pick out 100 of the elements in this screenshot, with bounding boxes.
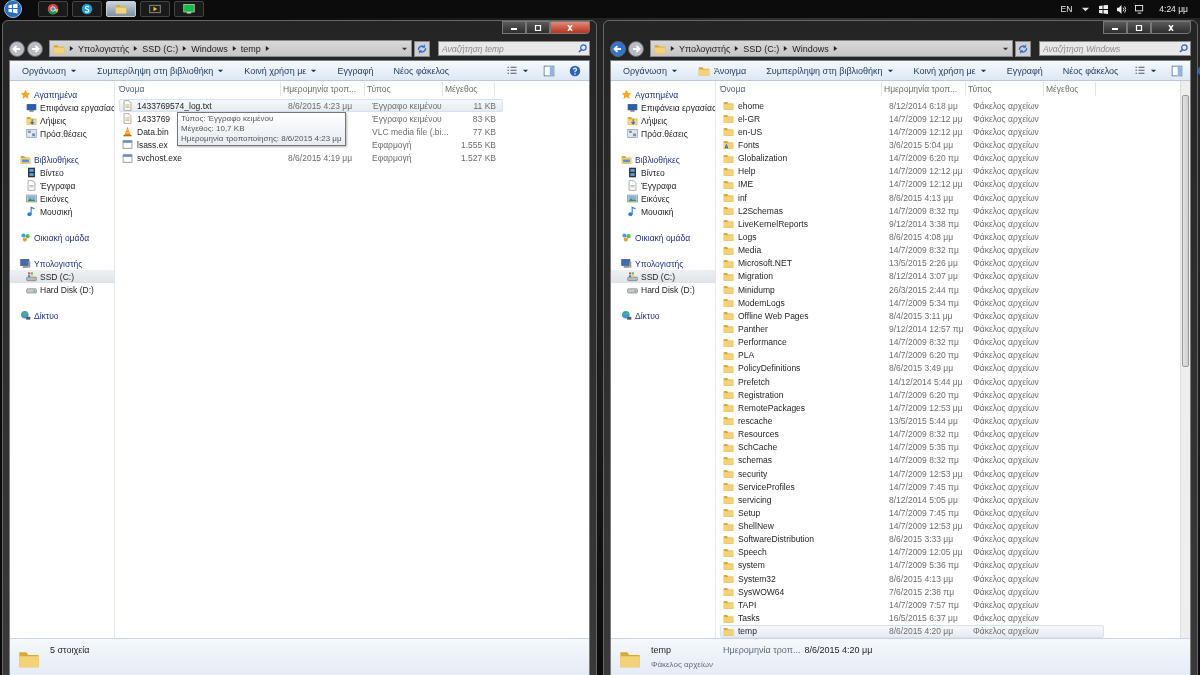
toolbar-button[interactable]: Εγγραφή (998, 65, 1051, 76)
search-field[interactable]: Αναζήτηση temp (438, 41, 590, 56)
navigation-item[interactable]: SSD (C:) (611, 270, 715, 283)
column-header[interactable]: Ημερομηνία τροπ... (882, 82, 966, 96)
breadcrumb[interactable]: Windows (191, 43, 228, 54)
network-monitor-icon[interactable] (1135, 4, 1145, 14)
maximize-button[interactable] (526, 21, 550, 34)
navigation-item[interactable]: Μουσική (10, 205, 114, 218)
taskbar-button[interactable] (72, 1, 102, 17)
chevron-icon[interactable] (182, 45, 188, 52)
menu-button[interactable]: Συμπερίληψη στη βιβλιοθήκη (88, 65, 233, 76)
close-button[interactable] (550, 21, 590, 34)
navigation-item[interactable]: Εικόνες (611, 192, 715, 205)
navigation-item[interactable]: Πρόσ.θέσεις (10, 127, 114, 140)
navigation-item[interactable]: SSD (C:) (10, 270, 114, 283)
column-header[interactable]: Τύπος (365, 82, 443, 96)
breadcrumb[interactable]: SSD (C:) (142, 43, 179, 54)
navigation-item[interactable]: Λήψεις (10, 114, 114, 127)
file-row[interactable]: temp 8/6/2015 4:20 μμ Φάκελος αρχείων (720, 624, 1104, 638)
search-icon[interactable] (578, 44, 587, 53)
chevron-icon[interactable] (69, 45, 74, 52)
toolbar-button[interactable]: Νέος φάκελος (1054, 65, 1127, 76)
refresh-icon[interactable] (414, 40, 430, 57)
forward-button[interactable] (27, 40, 43, 57)
back-button[interactable] (610, 40, 626, 57)
navigation-item[interactable]: Hard Disk (D:) (611, 283, 715, 296)
navigation-item[interactable]: Οικιακή ομάδα (10, 231, 114, 244)
menu-button[interactable]: Οργάνωση (14, 65, 85, 76)
chevron-icon[interactable] (734, 45, 740, 52)
menu-button[interactable]: Συμπερίληψη στη βιβλιοθήκη (758, 65, 902, 76)
navigation-item[interactable]: Υπολογιστής (611, 257, 715, 270)
navigation-item[interactable]: Αγαπημένα (611, 88, 715, 101)
help-icon[interactable] (569, 64, 581, 77)
navigation-item[interactable]: Έγγραφα (10, 179, 114, 192)
preview-pane-icon[interactable] (543, 64, 555, 77)
navigation-item[interactable]: Επιφάνεια εργασίας (611, 101, 715, 114)
file-row[interactable]: 1433769574_log.txt 8/6/2015 4:23 μμ Έγγραφο κειμένου 11 KB (119, 99, 503, 113)
column-header[interactable]: Τύπος (966, 82, 1044, 96)
navigation-item[interactable]: Οικιακή ομάδα (611, 231, 715, 244)
caret-icon[interactable] (1002, 45, 1009, 52)
toolbar-button[interactable]: Άνοιγμα (689, 64, 755, 77)
back-button[interactable] (9, 40, 25, 57)
breadcrumb[interactable]: temp (240, 43, 261, 54)
chevron-icon[interactable] (832, 45, 838, 52)
breadcrumb[interactable]: Windows (792, 43, 829, 54)
navigation-item[interactable]: Εικόνες (10, 192, 114, 205)
speaker-icon[interactable] (1117, 4, 1127, 14)
taskbar-button[interactable] (174, 1, 204, 17)
search-icon[interactable] (1179, 44, 1188, 53)
breadcrumb[interactable]: Υπολογιστής (78, 43, 130, 54)
navigation-item[interactable]: Λήψεις (611, 114, 715, 127)
caret-icon[interactable] (1150, 67, 1158, 74)
navigation-item[interactable]: Μουσική (611, 205, 715, 218)
clock[interactable]: 4:24 μμ (1159, 4, 1188, 14)
refresh-icon[interactable] (1015, 40, 1031, 57)
view-list-icon[interactable] (1134, 64, 1147, 77)
chevron-icon[interactable] (783, 45, 789, 52)
caret-icon[interactable] (522, 67, 529, 74)
search-field[interactable]: Αναζήτηση Windows (1039, 41, 1191, 56)
navigation-item[interactable]: Βίντεο (611, 166, 715, 179)
close-button[interactable] (1151, 21, 1191, 34)
navigation-item[interactable]: Βιβλιοθήκες (10, 153, 114, 166)
address-bar[interactable]: Υπολογιστής SSD (C:) Windows (650, 40, 1013, 57)
taskbar-button[interactable] (38, 1, 68, 17)
navigation-item[interactable]: Hard Disk (D:) (10, 283, 114, 296)
chevron-icon[interactable] (670, 45, 675, 52)
menu-button[interactable]: Κοινή χρήση με (905, 65, 995, 76)
navigation-item[interactable]: Αγαπημένα (10, 88, 114, 101)
toolbar-button[interactable]: Εγγραφή (329, 65, 382, 76)
navigation-item[interactable]: Δίκτυο (611, 309, 715, 322)
caret-icon[interactable] (401, 45, 408, 52)
scrollbar[interactable] (1180, 81, 1190, 638)
navigation-item[interactable]: Βιβλιοθήκες (611, 153, 715, 166)
breadcrumb[interactable]: Υπολογιστής (679, 43, 731, 54)
navigation-item[interactable]: Υπολογιστής (10, 257, 114, 270)
chevron-icon[interactable] (133, 45, 139, 52)
column-header[interactable]: Όνομα (115, 82, 281, 96)
column-header[interactable]: Μέγεθος (1044, 82, 1096, 96)
navigation-item[interactable]: Δίκτυο (10, 309, 114, 322)
navigation-item[interactable]: Επιφάνεια εργασίας (10, 101, 114, 114)
maximize-button[interactable] (1127, 21, 1151, 34)
language-indicator[interactable]: EN (1060, 4, 1073, 14)
toolbar-button[interactable]: Νέος φάκελος (385, 65, 458, 76)
column-header[interactable]: Μέγεθος (443, 82, 495, 96)
breadcrumb[interactable]: SSD (C:) (743, 43, 780, 54)
preview-pane-icon[interactable] (1171, 64, 1184, 77)
view-list-icon[interactable] (506, 64, 518, 77)
windows-logo-icon[interactable] (4, 0, 22, 18)
chevron-icon[interactable] (231, 45, 237, 52)
column-header[interactable]: Ημερομηνία τροπ... (281, 82, 365, 96)
navigation-item[interactable]: Πρόσ.θέσεις (611, 127, 715, 140)
flag-icon[interactable] (1099, 4, 1109, 14)
forward-button[interactable] (628, 40, 644, 57)
column-header[interactable]: Όνομα (716, 82, 882, 96)
chevron-icon[interactable] (264, 45, 270, 52)
address-bar[interactable]: Υπολογιστής SSD (C:) Windows temp (49, 40, 412, 57)
menu-button[interactable]: Κοινή χρήση με (236, 65, 326, 76)
menu-button[interactable]: Οργάνωση (615, 65, 686, 76)
navigation-item[interactable]: Έγγραφα (611, 179, 715, 192)
navigation-item[interactable]: Βίντεο (10, 166, 114, 179)
